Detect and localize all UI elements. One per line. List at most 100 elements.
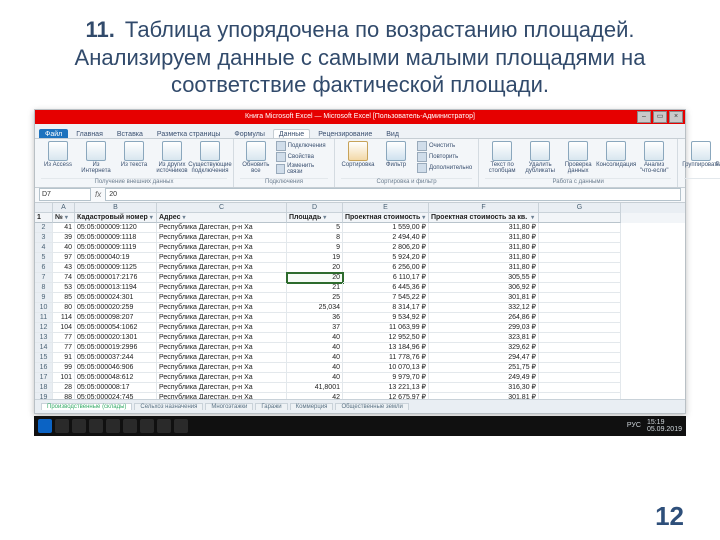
table-row[interactable]: 64305:05:000009:1125Республика Дагестан,… [35, 263, 685, 273]
excel-window: Книга Microsoft Excel — Microsoft Excel … [34, 109, 686, 414]
hdr-cost[interactable]: Проектная стоимость [343, 213, 429, 223]
ribbon-small-button[interactable]: Дополнительно [417, 163, 472, 173]
ribbon-tab[interactable]: Рецензирование [312, 129, 378, 138]
table-row[interactable]: 33905:05:000009:1118Республика Дагестан,… [35, 233, 685, 243]
maximize-button[interactable]: ▭ [653, 111, 667, 123]
task-icon[interactable] [174, 419, 188, 433]
name-box[interactable]: D7 [39, 188, 91, 201]
group-data-tools: Текст по столбцамУдалить дубликатыПровер… [479, 139, 678, 187]
table-row[interactable]: 1210405:05:000054:1062Республика Дагеста… [35, 323, 685, 333]
filter-button[interactable]: Фильтр [379, 141, 413, 168]
task-icon[interactable] [157, 419, 171, 433]
table-row[interactable]: 85305:05:000013:1194Республика Дагестан,… [35, 283, 685, 293]
ribbon-button[interactable]: Из текста [117, 141, 151, 168]
sheet-tab[interactable]: Сельхоз назначения [134, 403, 203, 410]
table-row[interactable]: 108005:05:000020:259Республика Дагестан,… [35, 303, 685, 313]
task-icon[interactable] [106, 419, 120, 433]
ribbon-small-button[interactable]: Свойства [276, 152, 328, 162]
fx-icon[interactable]: fx [95, 190, 101, 199]
table-row[interactable]: 137705:05:000020:1301Республика Дагестан… [35, 333, 685, 343]
titlebar-text: Книга Microsoft Excel — Microsoft Excel … [245, 113, 475, 120]
group-get-external: Из AccessИз ИнтернетаИз текстаИз других … [35, 139, 234, 187]
ribbon-small-button[interactable]: Очистить [417, 141, 472, 151]
sheet-tab[interactable]: Общественные земли [335, 403, 408, 410]
ribbon-tab[interactable]: Разметка страницы [151, 129, 227, 138]
lang-indicator[interactable]: РУС [627, 422, 641, 429]
formula-input[interactable]: 20 [105, 188, 681, 201]
table-row[interactable]: 24105:05:000009:1120Республика Дагестан,… [35, 223, 685, 233]
col-letter[interactable]: E [343, 203, 429, 213]
refresh-all-button[interactable]: Обновить все [240, 141, 272, 174]
ribbon-tab[interactable]: Формулы [228, 129, 270, 138]
task-icon[interactable] [123, 419, 137, 433]
ribbon-button[interactable]: Текст по столбцам [485, 141, 519, 174]
col-letter[interactable]: D [287, 203, 343, 213]
group-outline: ГруппироватьРазгруппироватьПромежуточный… [678, 139, 720, 187]
titlebar: Книга Microsoft Excel — Microsoft Excel … [35, 110, 685, 124]
ribbon-button[interactable]: Группировать [684, 141, 718, 168]
task-icon[interactable] [89, 419, 103, 433]
clock[interactable]: 15:1905.09.2019 [647, 419, 682, 433]
ribbon-small-button[interactable]: Повторить [417, 152, 472, 162]
table-row[interactable]: 147705:05:000019:2996Республика Дагестан… [35, 343, 685, 353]
sheet-tab[interactable]: Многоэтажки [205, 403, 253, 410]
group-sort-filter: Сортировка Фильтр ОчиститьПовторитьДопол… [335, 139, 479, 187]
slide-number: 11. [86, 17, 115, 42]
ribbon-button[interactable]: Из Access [41, 141, 75, 168]
ribbon-tab[interactable]: Вставка [111, 129, 149, 138]
table-header-row: 1 № Кадастровый номер Адрес Площадь Прое… [35, 213, 685, 223]
sheet-tab[interactable]: Коммерция [290, 403, 334, 410]
group-label: Подключения [240, 178, 328, 185]
ribbon-small-button[interactable]: Подключения [276, 141, 328, 151]
hdr-cadastre[interactable]: Кадастровый номер [75, 213, 157, 223]
ribbon-button[interactable]: Анализ "что-если" [637, 141, 671, 174]
ribbon-button[interactable]: Из Интернета [79, 141, 113, 174]
col-letter[interactable]: C [157, 203, 287, 213]
sheet-tab[interactable]: Гаражи [255, 403, 287, 410]
col-letter[interactable] [35, 203, 53, 213]
table-row[interactable]: 1710105:05:000048:612Республика Дагестан… [35, 373, 685, 383]
group-label: Получение внешних данных [41, 178, 227, 185]
col-letter[interactable]: G [539, 203, 621, 213]
hdr-perkv[interactable]: Проектная стоимость за кв. [429, 213, 539, 223]
ribbon-button[interactable]: Проверка данных [561, 141, 595, 174]
ribbon-tab[interactable]: Данные [273, 129, 310, 138]
ribbon-button[interactable]: Консолидация [599, 141, 633, 168]
table-row[interactable]: 198805:05:000024:745Республика Дагестан,… [35, 393, 685, 399]
hdr-area[interactable]: Площадь [287, 213, 343, 223]
hdr-id[interactable]: № [53, 213, 75, 223]
table-row[interactable]: 44005:05:000009:1119Республика Дагестан,… [35, 243, 685, 253]
ribbon-tab[interactable]: Вид [380, 129, 405, 138]
table-row[interactable]: 169905:05:000046:906Республика Дагестан,… [35, 363, 685, 373]
task-icon[interactable] [140, 419, 154, 433]
table-row[interactable]: 1111405:05:000098:207Республика Дагестан… [35, 313, 685, 323]
col-letter[interactable]: F [429, 203, 539, 213]
sort-button[interactable]: Сортировка [341, 141, 375, 168]
sheet-tab[interactable]: Производственные (склады) [41, 403, 132, 410]
col-letter[interactable]: A [53, 203, 75, 213]
ribbon-button[interactable]: Из других источников [155, 141, 189, 174]
hdr-address[interactable]: Адрес [157, 213, 287, 223]
table-row[interactable]: 159105:05:000037:244Республика Дагестан,… [35, 353, 685, 363]
formula-bar: D7 fx 20 [35, 188, 685, 203]
group-label: Структура [684, 178, 720, 185]
ribbon-button[interactable]: Существующие подключения [193, 141, 227, 174]
ribbon-tab[interactable]: Главная [70, 129, 109, 138]
task-icon[interactable] [72, 419, 86, 433]
ribbon-tabs: ФайлГлавнаяВставкаРазметка страницыФорму… [35, 124, 685, 139]
ribbon-button[interactable]: Удалить дубликаты [523, 141, 557, 174]
table-row[interactable]: 77405:05:000017:2176Республика Дагестан,… [35, 273, 685, 283]
ribbon: Из AccessИз ИнтернетаИз текстаИз других … [35, 139, 685, 188]
ribbon-tab[interactable]: Файл [39, 129, 68, 138]
close-button[interactable]: × [669, 111, 683, 123]
start-button[interactable] [38, 419, 52, 433]
task-icon[interactable] [55, 419, 69, 433]
minimize-button[interactable]: – [637, 111, 651, 123]
worksheet[interactable]: ABCDEFG 1 № Кадастровый номер Адрес Площ… [35, 203, 685, 399]
column-headers: ABCDEFG [35, 203, 685, 213]
table-row[interactable]: 98505:05:000024:301Республика Дагестан, … [35, 293, 685, 303]
col-letter[interactable]: B [75, 203, 157, 213]
table-row[interactable]: 59705:05:000040:19Республика Дагестан, р… [35, 253, 685, 263]
table-row[interactable]: 182805:05:000008:17Республика Дагестан, … [35, 383, 685, 393]
ribbon-small-button[interactable]: Изменить связи [276, 163, 328, 175]
